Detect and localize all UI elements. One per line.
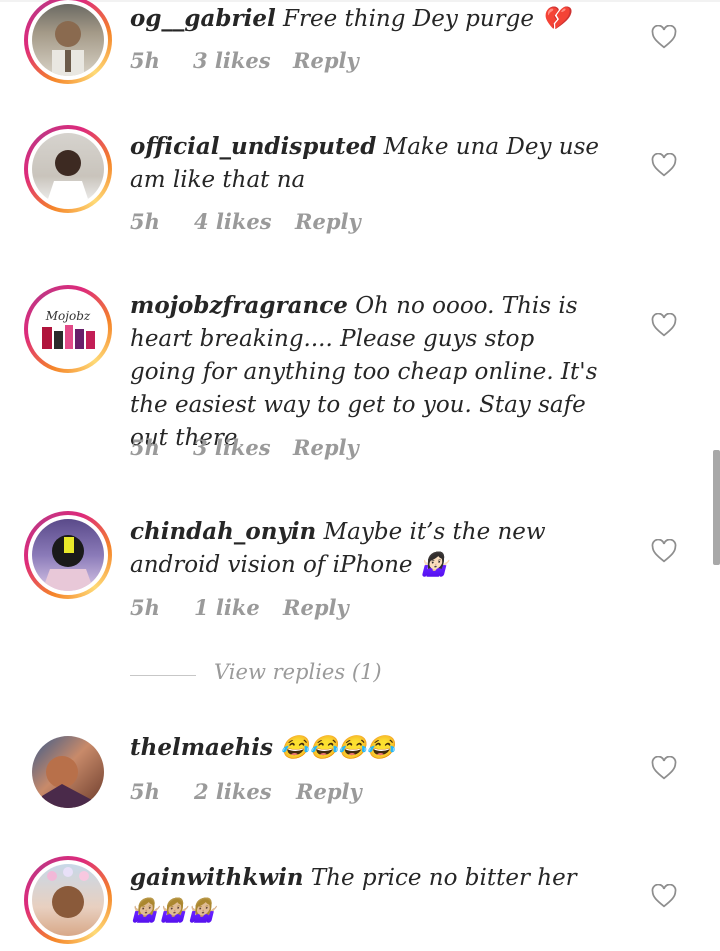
comment-message: 😂😂😂😂 [280, 735, 395, 761]
heart-outline-icon[interactable] [651, 884, 677, 908]
heart-outline-icon[interactable] [651, 313, 677, 337]
comment-likes[interactable]: 2 likes [194, 779, 272, 804]
comment-time: 5h [130, 779, 160, 804]
comment-username[interactable]: chindah_onyin [130, 518, 316, 545]
comment-username[interactable]: thelmaehis [130, 734, 273, 761]
brand-logo: Mojobz [45, 309, 91, 323]
comment-time: 5h [130, 435, 160, 460]
heart-outline-icon[interactable] [651, 25, 677, 49]
comment-message: Free thing Dey purge 💔 [283, 6, 570, 32]
comment-time: 5h [130, 595, 160, 620]
reply-button[interactable]: Reply [293, 48, 359, 73]
reply-button[interactable]: Reply [283, 595, 349, 620]
comment-username[interactable]: mojobzfragrance [130, 292, 348, 319]
comment-likes[interactable]: 1 like [194, 595, 260, 620]
reply-button[interactable]: Reply [293, 435, 359, 460]
comment-likes[interactable]: 3 likes [193, 48, 271, 73]
view-replies-button[interactable]: View replies (1) [130, 660, 430, 692]
scrollbar-thumb[interactable] [713, 450, 720, 565]
heart-outline-icon[interactable] [651, 756, 677, 780]
comment-likes[interactable]: 4 likes [194, 209, 272, 234]
comment-text: og__gabriel Free thing Dey purge 💔 [130, 2, 610, 36]
comment-text: thelmaehis 😂😂😂😂 [130, 731, 610, 765]
heart-outline-icon[interactable] [651, 539, 677, 563]
avatar[interactable] [32, 736, 104, 808]
avatar[interactable] [24, 0, 112, 84]
avatar[interactable] [24, 511, 112, 599]
comment-username[interactable]: gainwithkwin [130, 864, 304, 891]
heart-outline-icon[interactable] [651, 153, 677, 177]
view-replies-label: View replies (1) [214, 660, 382, 684]
comment-text: mojobzfragrance Oh no oooo. This is hear… [130, 289, 600, 455]
reply-button[interactable]: Reply [295, 209, 361, 234]
comment-likes[interactable]: 3 likes [193, 435, 271, 460]
comment-text: official_undisputed Make una Dey use am … [130, 130, 610, 197]
comment-time: 5h [130, 209, 160, 234]
comment-time: 5h [130, 48, 160, 73]
reply-button[interactable]: Reply [296, 779, 362, 804]
comment-text: gainwithkwin The price no bitter her 🤷🏼‍… [130, 861, 610, 928]
comment-text: chindah_onyin Maybe it’s the new android… [130, 515, 610, 582]
comment-username[interactable]: og__gabriel [130, 5, 276, 32]
avatar[interactable] [24, 856, 112, 944]
divider-line [130, 675, 196, 676]
comment-username[interactable]: official_undisputed [130, 133, 376, 160]
avatar[interactable] [24, 125, 112, 213]
avatar[interactable]: Mojobz [24, 285, 112, 373]
